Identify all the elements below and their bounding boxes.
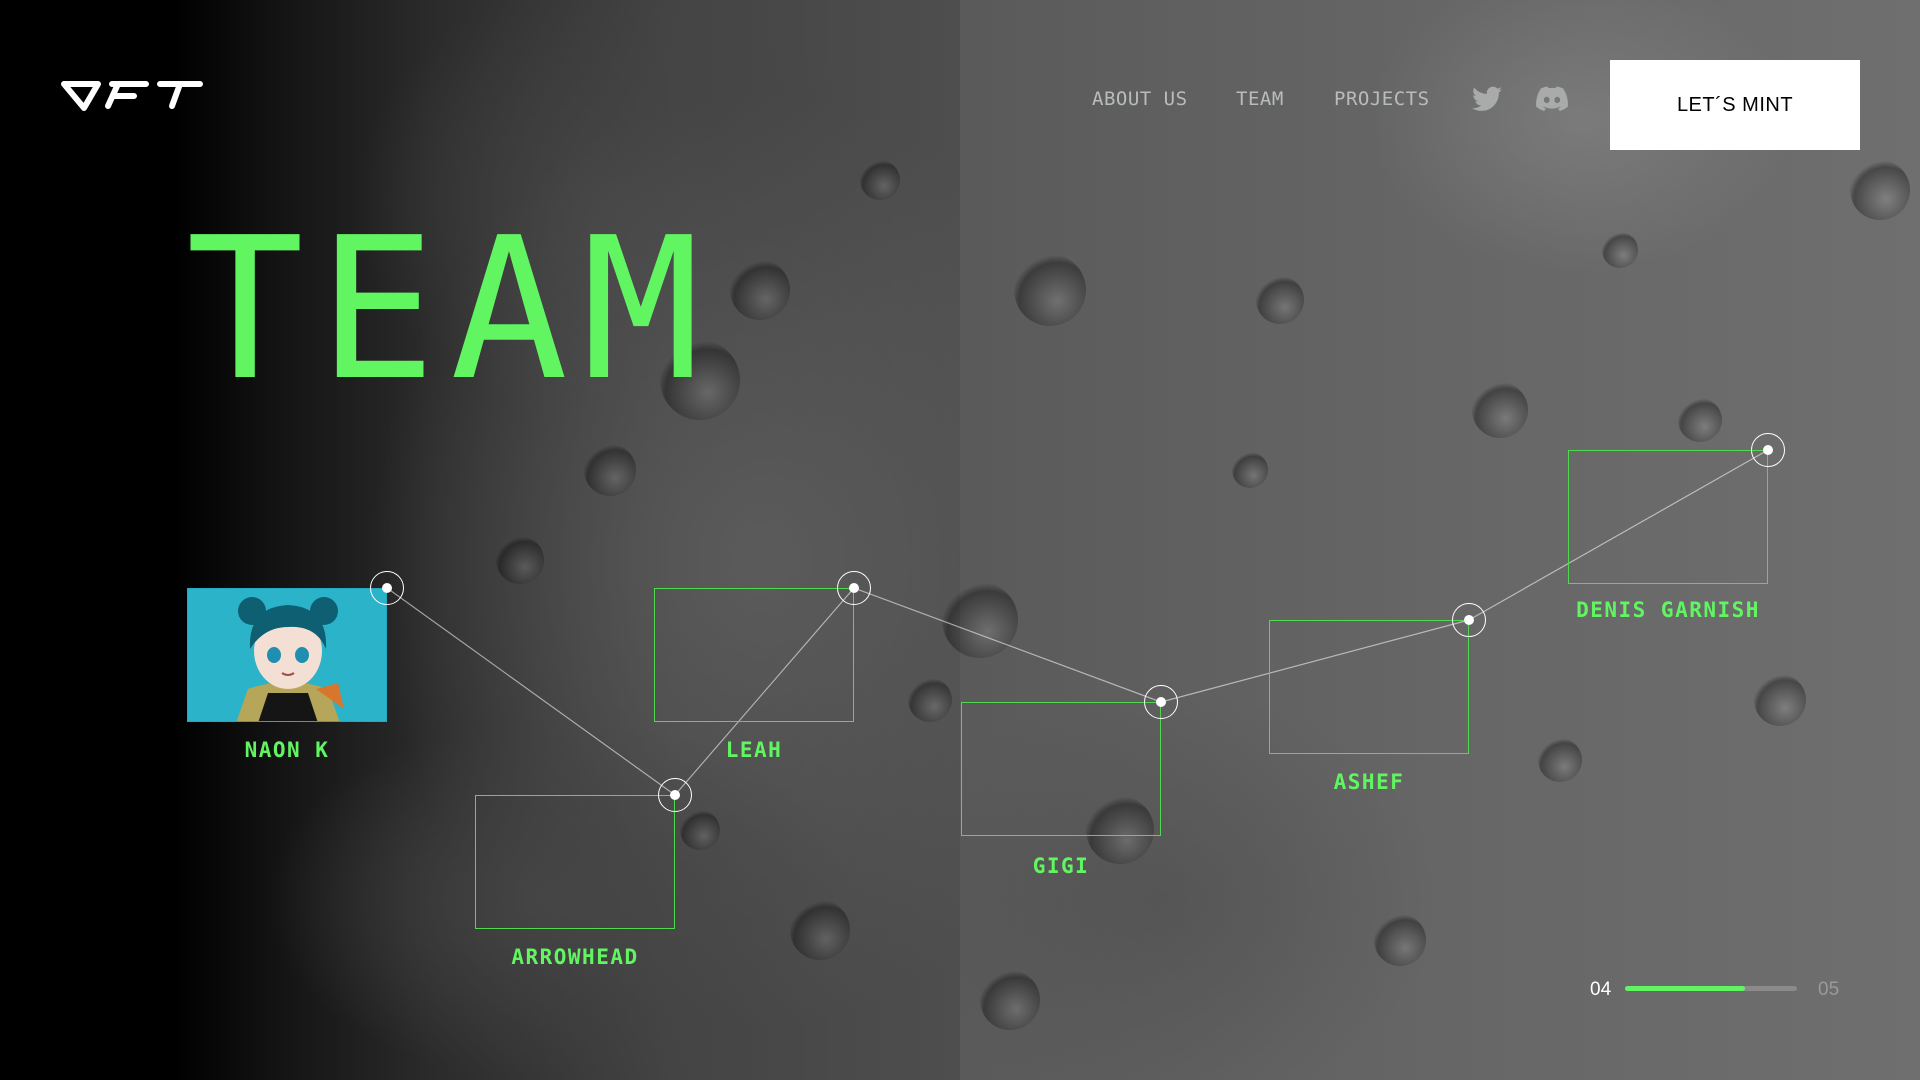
member-node-naon-k[interactable] (370, 571, 404, 605)
page-current: 04 (1590, 979, 1612, 1000)
moon-crater (860, 160, 900, 200)
member-name-denis-garnish: DENIS GARNISH (1576, 598, 1760, 622)
page-total: 05 (1818, 979, 1840, 1000)
moon-crater (1472, 382, 1528, 438)
member-frame-denis-garnish[interactable] (1568, 450, 1768, 584)
anime-avatar-image (188, 589, 386, 721)
member-frame-leah[interactable] (654, 588, 854, 722)
page-progress-bar[interactable] (1625, 986, 1797, 991)
oft-logo-icon[interactable] (60, 74, 206, 114)
moon-crater (908, 678, 952, 722)
member-name-gigi: GIGI (1032, 854, 1090, 878)
moon-crater (1602, 232, 1638, 268)
moon-crater (942, 582, 1018, 658)
member-frame-gigi[interactable] (961, 702, 1161, 836)
moon-crater (584, 444, 636, 496)
member-node-arrowhead[interactable] (658, 778, 692, 812)
member-frame-arrowhead[interactable] (475, 795, 675, 929)
page-progress-fill (1625, 986, 1746, 991)
member-name-leah: LEAH (725, 738, 783, 762)
member-node-gigi[interactable] (1144, 685, 1178, 719)
page-title: TEAM (186, 196, 715, 424)
member-name-arrowhead: ARROWHEAD (511, 945, 639, 969)
moon-crater (1754, 674, 1806, 726)
nav-projects[interactable]: PROJECTS (1334, 88, 1430, 110)
discord-icon[interactable] (1536, 86, 1568, 112)
member-node-leah[interactable] (837, 571, 871, 605)
nav-team[interactable]: TEAM (1236, 88, 1284, 110)
member-node-ashef[interactable] (1452, 603, 1486, 637)
nav-about-us[interactable]: ABOUT US (1092, 88, 1188, 110)
moon-crater (680, 810, 720, 850)
moon-crater (1538, 738, 1582, 782)
lets-mint-button[interactable]: LET´S MINT (1610, 60, 1860, 150)
twitter-icon[interactable] (1472, 86, 1502, 112)
moon-crater (730, 260, 790, 320)
moon-crater (1678, 398, 1722, 442)
moon-crater (1256, 276, 1304, 324)
moon-crater (1232, 452, 1268, 488)
moon-crater (496, 536, 544, 584)
member-name-ashef: ASHEF (1333, 770, 1405, 794)
moon-crater (980, 970, 1040, 1030)
member-node-denis-garnish[interactable] (1751, 433, 1785, 467)
moon-crater (1014, 254, 1086, 326)
member-avatar-naon-k[interactable] (187, 588, 387, 722)
moon-crater (1850, 160, 1910, 220)
moon-crater (1374, 914, 1426, 966)
moon-background-light (960, 0, 1920, 1080)
member-frame-ashef[interactable] (1269, 620, 1469, 754)
moon-crater (790, 900, 850, 960)
member-name-naon-k: NAON K (244, 738, 330, 762)
